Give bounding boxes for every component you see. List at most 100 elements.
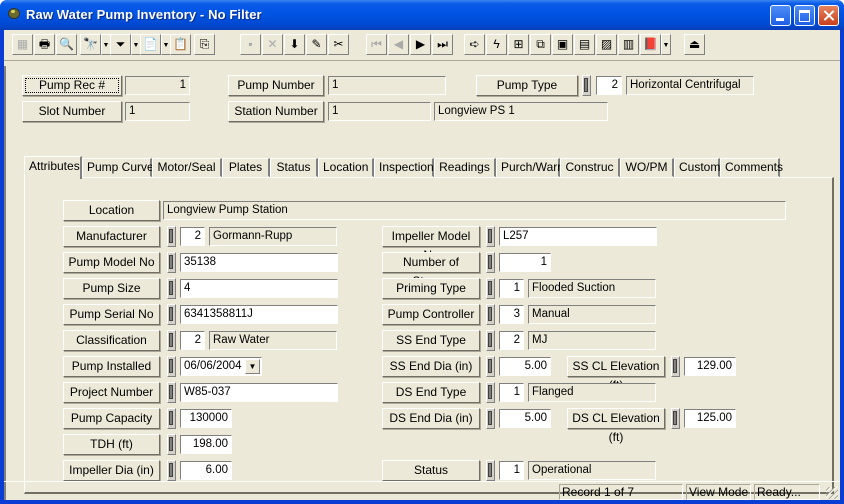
lock-toggle-icon[interactable]: [167, 252, 176, 273]
report-icon[interactable]: 📄: [140, 34, 161, 55]
app-icon[interactable]: [8, 8, 20, 19]
tab-purch-warr[interactable]: Purch/Warr: [496, 158, 561, 177]
tab-location[interactable]: Location: [318, 158, 374, 177]
pump-type-code-field[interactable]: 2: [596, 76, 622, 95]
lock-toggle-icon[interactable]: [167, 408, 176, 429]
previous-record-icon[interactable]: ◀: [388, 34, 409, 55]
manufacturer-code-field[interactable]: 2: [180, 227, 205, 246]
cut-icon[interactable]: ✂: [328, 34, 349, 55]
gis-icon[interactable]: ▨: [596, 34, 617, 55]
lock-toggle-icon[interactable]: [486, 330, 495, 351]
resize-grip[interactable]: [826, 487, 838, 499]
ds-end-dia-field[interactable]: 5.00: [499, 409, 551, 428]
lock-toggle-icon[interactable]: [486, 278, 495, 299]
chevron-down-icon[interactable]: ▼: [245, 359, 260, 374]
first-record-icon[interactable]: ⏮: [366, 34, 387, 55]
priming-type-code-field[interactable]: 1: [499, 279, 524, 298]
lock-toggle-icon[interactable]: [486, 252, 495, 273]
pump-capacity-button[interactable]: Pump Capacity: [63, 408, 160, 429]
classification-button[interactable]: Classification: [63, 330, 160, 351]
pump-size-button[interactable]: Pump Size: [63, 278, 160, 299]
ss-end-type-button[interactable]: SS End Type: [382, 330, 480, 351]
tdh-field[interactable]: 198.00: [180, 435, 232, 454]
ss-cl-elevation-button[interactable]: SS CL Elevation (ft): [567, 356, 665, 392]
impeller-model-no-button[interactable]: Impeller Model No: [382, 226, 480, 262]
pump-controller-code-field[interactable]: 3: [499, 305, 524, 324]
lock-toggle-icon[interactable]: [167, 434, 176, 455]
delete-icon[interactable]: ✕: [262, 34, 283, 55]
tab-inspections[interactable]: Inspections: [374, 158, 440, 177]
tab-attributes[interactable]: Attributes: [24, 156, 82, 179]
ss-end-dia-button[interactable]: SS End Dia (in): [382, 356, 480, 377]
station-number-button[interactable]: Station Number: [228, 101, 324, 122]
export-icon[interactable]: ⎘: [194, 34, 215, 55]
tab-readings[interactable]: Readings: [434, 158, 496, 177]
hierarchy-icon[interactable]: ⊞: [508, 34, 529, 55]
lock-toggle-icon[interactable]: [167, 226, 176, 247]
lock-toggle-icon[interactable]: [582, 75, 591, 96]
number-of-stages-button[interactable]: Number of Stages: [382, 252, 480, 288]
minimize-button[interactable]: [770, 5, 791, 26]
impeller-dia-button[interactable]: Impeller Dia (in): [63, 460, 160, 481]
pump-serial-no-button[interactable]: Pump Serial No: [63, 304, 160, 325]
lock-toggle-icon[interactable]: [167, 278, 176, 299]
lock-toggle-icon[interactable]: [167, 330, 176, 351]
status-button[interactable]: Status: [382, 460, 480, 481]
lock-toggle-icon[interactable]: [486, 356, 495, 377]
print-preview-icon[interactable]: 🔍: [56, 34, 77, 55]
slot-number-button[interactable]: Slot Number: [22, 101, 122, 122]
lightning-icon[interactable]: ϟ: [486, 34, 507, 55]
help-book-icon[interactable]: 📕: [640, 34, 661, 55]
edit-icon[interactable]: ✎: [306, 34, 327, 55]
find-icon[interactable]: 🔭: [80, 34, 101, 55]
pump-installed-button[interactable]: Pump Installed: [63, 356, 160, 377]
relationship-icon[interactable]: ⧉: [530, 34, 551, 55]
ds-cl-elevation-button[interactable]: DS CL Elevation (ft): [567, 408, 665, 444]
lock-toggle-icon[interactable]: [167, 356, 176, 377]
priming-type-button[interactable]: Priming Type: [382, 278, 480, 299]
ss-cl-elevation-field[interactable]: 129.00: [684, 357, 736, 376]
last-record-icon[interactable]: ⏭: [432, 34, 453, 55]
pump-installed-date-picker[interactable]: 06/06/2004 ▼: [180, 357, 262, 376]
pump-capacity-field[interactable]: 130000: [180, 409, 232, 428]
ss-end-dia-field[interactable]: 5.00: [499, 357, 551, 376]
lock-toggle-icon[interactable]: [167, 460, 176, 481]
map-icon[interactable]: ▣: [552, 34, 573, 55]
print-icon[interactable]: 🖶: [34, 34, 55, 55]
tab-construc[interactable]: Construc: [560, 158, 620, 177]
lock-toggle-icon[interactable]: [167, 382, 176, 403]
ds-cl-elevation-field[interactable]: 125.00: [684, 409, 736, 428]
lock-toggle-icon[interactable]: [486, 460, 495, 481]
pump-type-button[interactable]: Pump Type: [476, 75, 578, 96]
pump-rec-button[interactable]: Pump Rec #: [22, 75, 122, 96]
maximize-button[interactable]: [794, 5, 815, 26]
tab-status[interactable]: Status: [270, 158, 318, 177]
lock-toggle-icon[interactable]: [167, 304, 176, 325]
tab-motor-seal[interactable]: Motor/Seal: [152, 158, 222, 177]
pump-size-field[interactable]: 4: [180, 279, 338, 298]
exit-icon[interactable]: ⏏: [684, 34, 705, 55]
location-button[interactable]: Location: [63, 200, 160, 221]
lock-toggle-icon[interactable]: [671, 408, 680, 429]
spreadsheet-icon[interactable]: ▥: [618, 34, 639, 55]
pump-serial-no-field[interactable]: 6341358811J: [180, 305, 338, 324]
properties-icon[interactable]: 📋: [170, 34, 191, 55]
classification-code-field[interactable]: 2: [180, 331, 205, 350]
status-code-field[interactable]: 1: [499, 461, 524, 480]
pump-model-no-button[interactable]: Pump Model No: [63, 252, 160, 273]
next-record-icon[interactable]: ▶: [410, 34, 431, 55]
project-number-button[interactable]: Project Number: [63, 382, 160, 403]
number-of-stages-field[interactable]: 1: [499, 253, 551, 272]
manufacturer-button[interactable]: Manufacturer: [63, 226, 160, 247]
lock-toggle-icon[interactable]: [486, 382, 495, 403]
go-to-icon[interactable]: ➪: [464, 34, 485, 55]
tab-wo-pm[interactable]: WO/PM: [620, 158, 674, 177]
project-number-field[interactable]: W85-037: [180, 383, 338, 402]
add-record-icon[interactable]: ⬇: [284, 34, 305, 55]
lock-toggle-icon[interactable]: [486, 226, 495, 247]
form-view-icon[interactable]: ▦: [12, 34, 33, 55]
tab-plates[interactable]: Plates: [222, 158, 270, 177]
ds-end-type-button[interactable]: DS End Type: [382, 382, 480, 403]
lock-toggle-icon[interactable]: [671, 356, 680, 377]
lock-toggle-icon[interactable]: [486, 304, 495, 325]
